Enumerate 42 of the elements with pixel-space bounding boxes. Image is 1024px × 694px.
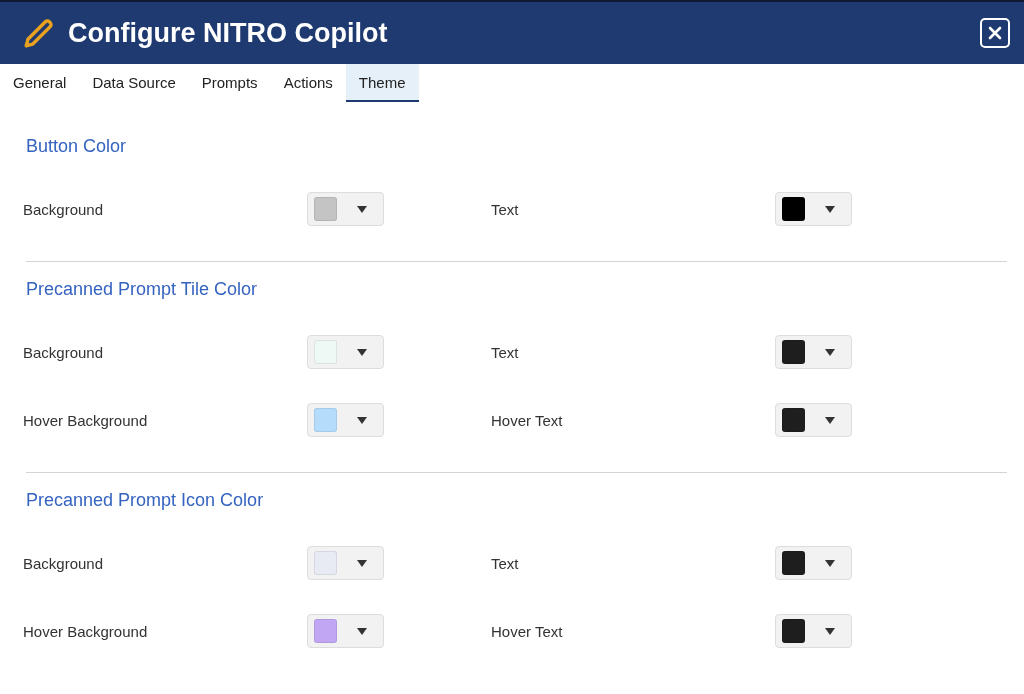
caret-icon bbox=[357, 205, 367, 213]
caret-icon bbox=[825, 416, 835, 424]
color-picker[interactable] bbox=[307, 335, 384, 369]
tab[interactable]: Theme bbox=[345, 64, 419, 102]
field-label: Hover Text bbox=[491, 622, 564, 640]
color-picker[interactable] bbox=[307, 546, 384, 580]
caret-icon bbox=[357, 348, 367, 356]
section-title: Button Color bbox=[26, 136, 128, 157]
tab[interactable]: Data Source bbox=[79, 64, 189, 102]
caret-icon bbox=[825, 627, 835, 635]
color-picker[interactable] bbox=[307, 403, 384, 437]
color-picker[interactable] bbox=[775, 335, 852, 369]
field-label: Text bbox=[491, 343, 520, 361]
pencil-icon bbox=[22, 16, 56, 50]
close-button[interactable] bbox=[980, 18, 1010, 48]
caret-icon bbox=[825, 205, 835, 213]
tab[interactable]: General bbox=[0, 64, 80, 102]
field-label: Background bbox=[23, 200, 105, 218]
color-picker[interactable] bbox=[775, 546, 852, 580]
section-title: Precanned Prompt Tile Color bbox=[26, 279, 259, 300]
caret-icon bbox=[825, 559, 835, 567]
color-picker[interactable] bbox=[307, 614, 384, 648]
field-label: Hover Background bbox=[23, 411, 149, 429]
field-label: Background bbox=[23, 554, 105, 572]
window-title: Configure NITRO Copilot bbox=[68, 17, 389, 49]
color-picker[interactable] bbox=[775, 614, 852, 648]
caret-icon bbox=[357, 416, 367, 424]
field-label: Background bbox=[23, 343, 105, 361]
caret-icon bbox=[357, 559, 367, 567]
caret-icon bbox=[357, 627, 367, 635]
caret-icon bbox=[825, 348, 835, 356]
field-label: Text bbox=[491, 554, 520, 572]
field-label: Hover Background bbox=[23, 622, 149, 640]
section-title: Precanned Prompt Icon Color bbox=[26, 490, 265, 511]
color-picker[interactable] bbox=[775, 192, 852, 226]
field-label: Hover Text bbox=[491, 411, 564, 429]
tab[interactable]: Prompts bbox=[188, 64, 271, 102]
close-icon bbox=[987, 25, 1003, 41]
field-label: Text bbox=[491, 200, 520, 218]
color-picker[interactable] bbox=[775, 403, 852, 437]
tab[interactable]: Actions bbox=[270, 64, 346, 102]
color-picker[interactable] bbox=[307, 192, 384, 226]
